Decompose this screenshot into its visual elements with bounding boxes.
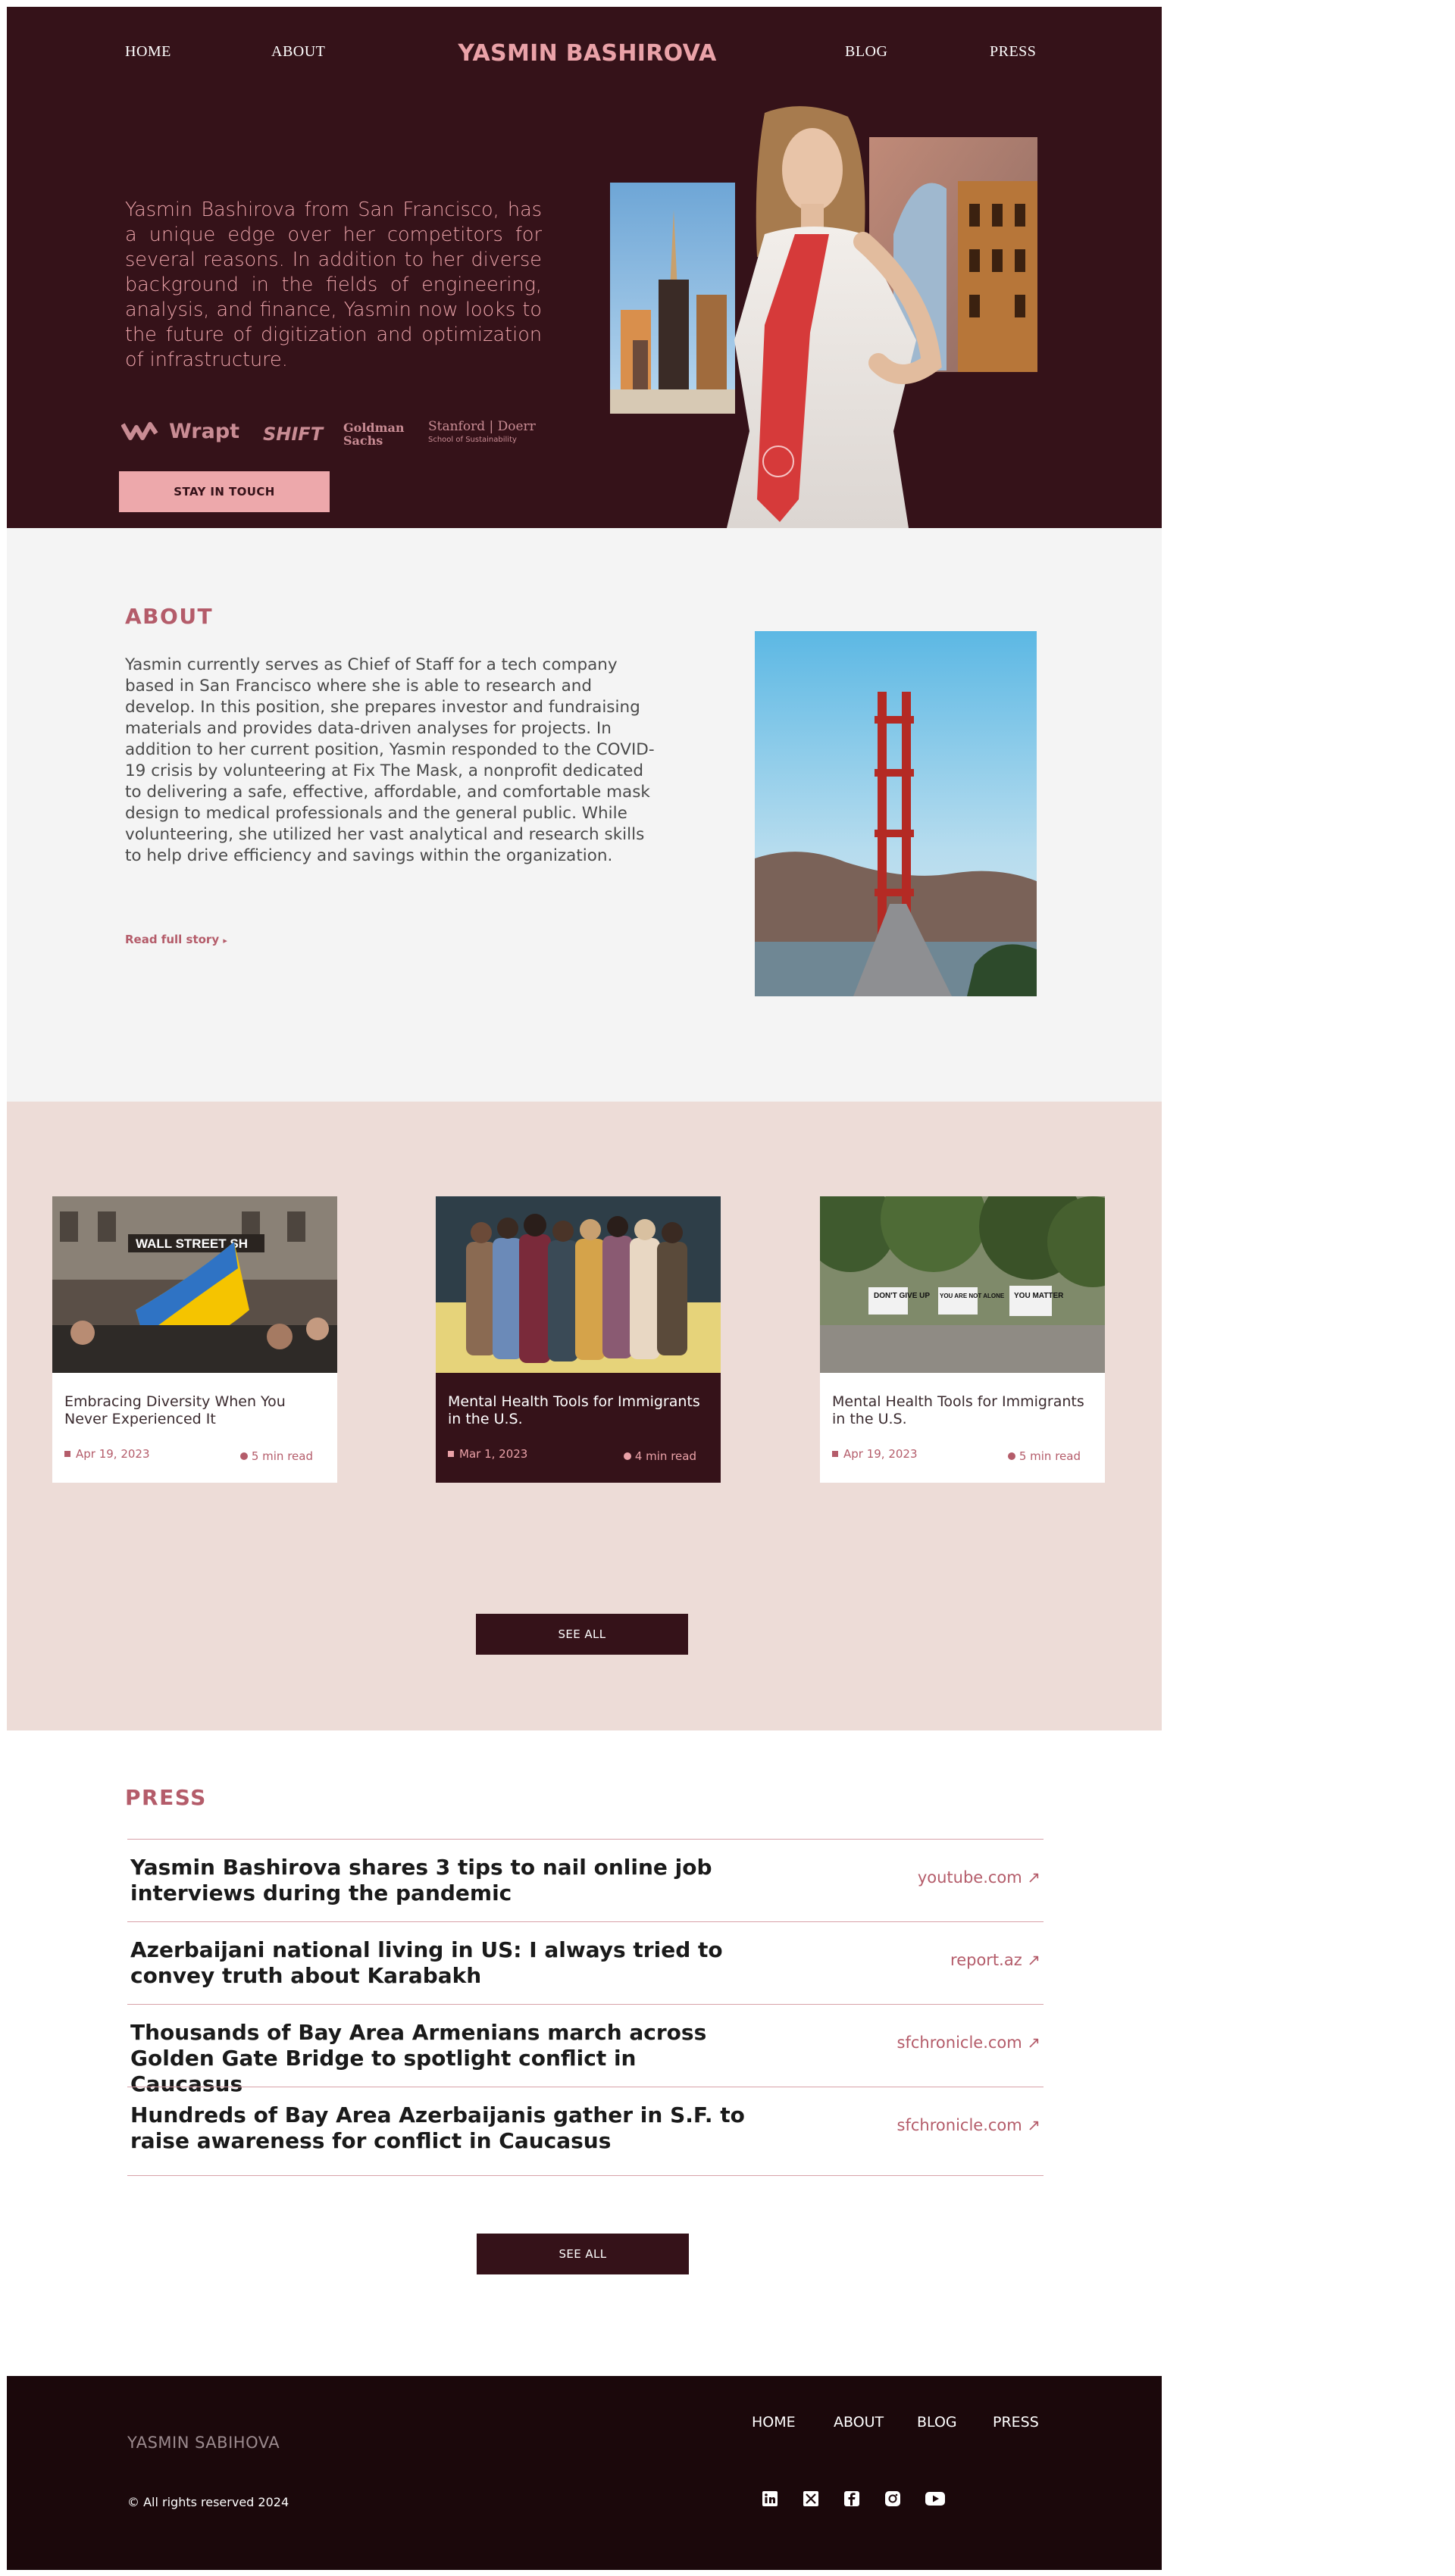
blog-card[interactable]: DON'T GIVE UP YOU ARE NOT ALONE YOU MATT… (820, 1196, 1105, 1483)
press-item-source[interactable]: sfchronicle.com ↗ (897, 2116, 1040, 2134)
press-item-title[interactable]: Azerbaijani national living in US: I alw… (130, 1937, 752, 1989)
blog-card-read-text: 4 min read (634, 1449, 696, 1463)
blog-card-read-text: 5 min read (251, 1449, 313, 1463)
sign-dont-give-up: DON'T GIVE UP (874, 1292, 930, 1300)
about-title: ABOUT (125, 604, 214, 629)
page: HOME ABOUT YASMIN BASHIROVA BLOG PRESS Y… (7, 7, 1162, 2570)
press-item-title[interactable]: Yasmin Bashirova shares 3 tips to nail o… (130, 1855, 752, 1906)
blog-card-date: Mar 1, 2023 (448, 1447, 527, 1461)
press-item[interactable]: Azerbaijani national living in US: I alw… (127, 1921, 1044, 2004)
calendar-icon (448, 1451, 454, 1457)
sign-you-are-not-alone: YOU ARE NOT ALONE (940, 1293, 1005, 1299)
press-divider (127, 2175, 1044, 2176)
blog-card-read-time: 5 min read (1007, 1449, 1081, 1463)
clock-icon (239, 1452, 248, 1460)
blog-card-image (436, 1196, 721, 1373)
press-item-source[interactable]: sfchronicle.com ↗ (897, 2034, 1040, 2052)
footer-nav-home[interactable]: HOME (752, 2414, 796, 2431)
clock-icon (1007, 1452, 1015, 1460)
read-full-story-label: Read full story (125, 933, 220, 946)
blog-card-title[interactable]: Mental Health Tools for Immigrants in th… (832, 1393, 1090, 1428)
hero-collage (610, 106, 1037, 528)
blog-card-date-text: Apr 19, 2023 (76, 1447, 150, 1461)
hero-section: HOME ABOUT YASMIN BASHIROVA BLOG PRESS Y… (7, 7, 1162, 528)
blog-card-read-time: 5 min read (239, 1449, 313, 1463)
blog-card[interactable]: WALL STREET SH Embracing Diversity When … (52, 1196, 337, 1483)
footer-copyright: © All rights reserved 2024 (127, 2495, 289, 2509)
footer-brand: YASMIN SABIHOVA (127, 2434, 280, 2452)
press-item-source[interactable]: report.az ↗ (950, 1951, 1040, 1969)
blog-card-date: Apr 19, 2023 (64, 1447, 150, 1461)
calendar-icon (832, 1451, 838, 1457)
blog-card-read-text: 5 min read (1018, 1449, 1081, 1463)
blog-card-date-text: Apr 19, 2023 (843, 1447, 918, 1461)
blog-card-title[interactable]: Embracing Diversity When You Never Exper… (64, 1393, 322, 1428)
blog-card-title[interactable]: Mental Health Tools for Immigrants in th… (448, 1393, 706, 1428)
blog-see-all-button[interactable]: SEE ALL (476, 1614, 688, 1655)
press-item[interactable]: Hundreds of Bay Area Azerbaijanis gather… (127, 2087, 1044, 2169)
blog-card-image: DON'T GIVE UP YOU ARE NOT ALONE YOU MATT… (820, 1196, 1105, 1373)
blog-card-date: Apr 19, 2023 (832, 1447, 918, 1461)
footer-nav-press[interactable]: PRESS (993, 2414, 1039, 2431)
press-item-title[interactable]: Thousands of Bay Area Armenians march ac… (130, 2020, 752, 2097)
facebook-icon[interactable] (843, 2490, 861, 2508)
blog-card-date-text: Mar 1, 2023 (459, 1447, 528, 1461)
footer-nav-about[interactable]: ABOUT (834, 2414, 884, 2431)
x-icon[interactable] (802, 2490, 820, 2508)
footer-nav-blog[interactable]: BLOG (917, 2414, 957, 2431)
blog-card[interactable]: Mental Health Tools for Immigrants in th… (436, 1196, 721, 1483)
blog-card-read-time: 4 min read (623, 1449, 696, 1463)
press-item[interactable]: Yasmin Bashirova shares 3 tips to nail o… (127, 1839, 1044, 1921)
clock-icon (623, 1452, 631, 1460)
about-text: Yasmin currently serves as Chief of Staf… (125, 655, 655, 865)
blog-card-image: WALL STREET SH (52, 1196, 337, 1373)
youtube-icon[interactable] (925, 2490, 946, 2508)
sign-you-matter: YOU MATTER (1014, 1292, 1064, 1300)
instagram-icon[interactable] (884, 2490, 902, 2508)
read-full-story-link[interactable]: Read full story ▸ (125, 933, 227, 946)
press-item-title[interactable]: Hundreds of Bay Area Azerbaijanis gather… (130, 2102, 752, 2154)
footer (7, 2376, 1162, 2570)
press-title: PRESS (125, 1785, 207, 1810)
read-arrow-icon: ▸ (223, 936, 227, 946)
sf-skyline-photo (610, 183, 735, 414)
linkedin-icon[interactable] (761, 2490, 779, 2508)
golden-gate-photo (755, 631, 1037, 996)
press-item-source[interactable]: youtube.com ↗ (918, 1868, 1040, 1887)
press-item[interactable]: Thousands of Bay Area Armenians march ac… (127, 2004, 1044, 2096)
calendar-icon (64, 1451, 70, 1457)
press-see-all-button[interactable]: SEE ALL (477, 2234, 689, 2274)
